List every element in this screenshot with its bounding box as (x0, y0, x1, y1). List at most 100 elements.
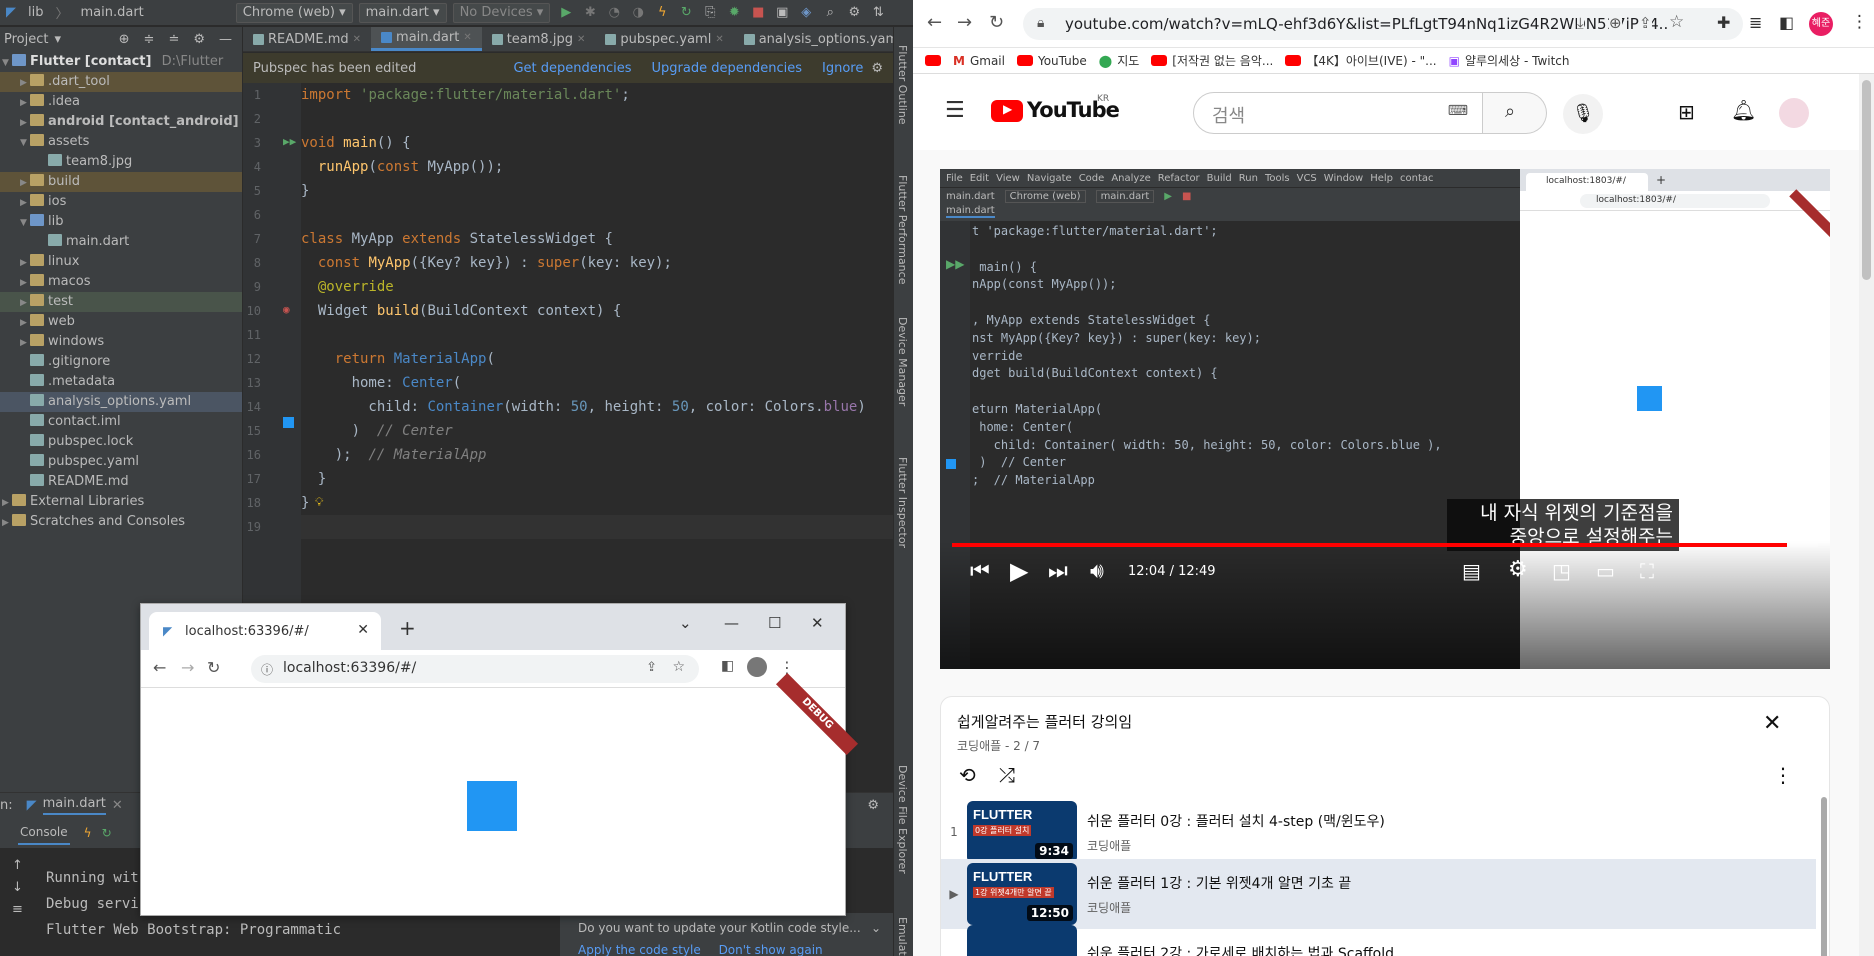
info-icon[interactable]: ⓘ (261, 661, 273, 678)
line-number[interactable]: 13 (243, 371, 301, 395)
project-view-select[interactable]: Project (4, 32, 48, 47)
playlist-item[interactable]: 1 FLUTTER 0강 플러터 설치 9:34 쉬운 플러터 0강 : 플러터 설치 … (941, 797, 1816, 867)
tool-window-device-file-explorer[interactable]: Device File Explorer (896, 765, 909, 874)
chevron-right-icon[interactable]: ▶ (20, 73, 30, 93)
playlist-title[interactable]: 쉽게알려주는 플러터 강의임 (957, 711, 1132, 732)
close-icon[interactable]: ✕ (353, 27, 361, 52)
code-line[interactable]: ); // MaterialApp (301, 443, 893, 467)
line-number[interactable]: 9 (243, 275, 301, 299)
lightbulb-icon[interactable]: 💡︎ (315, 495, 323, 510)
run-gutter-icon[interactable]: ▶▶ (283, 135, 296, 148)
side-panel-icon[interactable]: ◧ (721, 658, 734, 674)
chevron-right-icon[interactable]: ▶ (20, 253, 30, 273)
hot-reload-icon[interactable]: ϟ (654, 5, 670, 21)
maximize-icon[interactable]: ☐ (768, 614, 781, 632)
code-line[interactable]: home: Center( (301, 371, 893, 395)
bookmark-music[interactable]: [저작권 없는 음악... (1151, 52, 1273, 69)
soft-wrap-icon[interactable]: ≡ (12, 899, 23, 921)
video-player[interactable]: File Edit View Navigate Code Analyze Refactor B… (940, 169, 1830, 669)
tree-item[interactable]: team8.jpg (0, 152, 242, 172)
chevron-right-icon[interactable]: ▶ (20, 273, 30, 293)
minimize-icon[interactable]: — (724, 614, 739, 632)
back-icon[interactable]: ← (153, 658, 166, 677)
share-icon[interactable]: ⇪ (646, 660, 657, 675)
line-number[interactable]: 8 (243, 251, 301, 275)
install-icon[interactable]: ⤓ (1577, 14, 1584, 32)
arrow-down-icon[interactable]: ↓ (12, 877, 23, 899)
code-line[interactable]: const MyApp({Key? key}) : super(key: key… (301, 251, 893, 275)
close-icon[interactable]: ✕ (1763, 711, 1781, 736)
line-number[interactable]: 6 (243, 203, 301, 227)
tree-item[interactable]: ▶ build (0, 172, 242, 192)
line-number[interactable]: 11 (243, 323, 301, 347)
breadcrumb-file[interactable]: main.dart (75, 5, 150, 20)
line-number[interactable]: 7 (243, 227, 301, 251)
playlist-item-title[interactable]: 쉬운 플러터 2강 : 가로세로 배치하는 법과 Scaffold (1087, 943, 1394, 956)
chevron-right-icon[interactable]: ▶ (2, 493, 12, 513)
tree-root[interactable]: ▼ Flutter [contact] D:\Flutter (0, 52, 242, 72)
run-config-select[interactable]: main.dart ▾ (358, 2, 447, 23)
code-line[interactable]: @override (301, 275, 893, 299)
code-line[interactable]: return MaterialApp( (301, 347, 893, 371)
video-progress-bar[interactable] (952, 543, 1818, 547)
bookmark-maps[interactable]: ⬤ 지도 (1099, 52, 1140, 69)
coverage-icon[interactable]: ◑ (630, 5, 646, 21)
code-line[interactable]: Widget build(BuildContext context) { (301, 299, 893, 323)
hot-restart-icon[interactable]: ↻ (102, 826, 112, 840)
browser-tab[interactable]: ◤ localhost:63396/#/ ✕ (149, 612, 381, 650)
loop-icon[interactable]: ⟲ (959, 763, 976, 787)
video-thumbnail[interactable]: FLUTTER 1강 위젯4개만 알면 끝 12:50 (967, 863, 1077, 925)
forward-icon[interactable]: → (957, 12, 972, 33)
tool-window-flutter-performance[interactable]: Flutter Performance (896, 175, 909, 284)
tree-item[interactable]: ▼ assets (0, 132, 242, 152)
run-tab-main[interactable]: main.dart (42, 796, 106, 815)
url-field[interactable]: 🔒︎ youtube.com/watch?v=mLQ-ehf3d6Y&list=… (1023, 8, 1743, 40)
device-target-select[interactable]: Chrome (web) ▾ (235, 2, 353, 23)
line-number[interactable]: 16 (243, 443, 301, 467)
attach-icon[interactable]: ⎘ (702, 5, 718, 21)
tree-item[interactable]: ▶ windows (0, 332, 242, 352)
hot-reload-icon[interactable]: ϟ (84, 826, 92, 840)
bookmark-youtube-icon[interactable] (925, 55, 941, 66)
chevron-right-icon[interactable]: ▶ (20, 333, 30, 353)
media-icon[interactable]: ≣ (1749, 13, 1762, 32)
editor-tab[interactable]: pubspec.yaml ✕ (595, 27, 733, 51)
code-line[interactable] (301, 323, 893, 347)
chevron-down-icon[interactable]: ⌄ (871, 921, 881, 935)
apply-code-style-link[interactable]: Apply the code style (578, 943, 701, 956)
run-icon[interactable]: ▶ (558, 5, 574, 21)
code-line[interactable]: void main() { (301, 131, 893, 155)
get-dependencies-link[interactable]: Get dependencies (513, 61, 631, 76)
tree-item[interactable]: ▶ ios (0, 192, 242, 212)
dont-show-again-link[interactable]: Don't show again (719, 943, 823, 956)
breadcrumb-lib[interactable]: lib (22, 5, 49, 20)
code-line[interactable]: ) // Center (301, 419, 893, 443)
tree-item[interactable]: ▶ web (0, 312, 242, 332)
zoom-icon[interactable]: ⊕ (1609, 14, 1622, 32)
profile-avatar[interactable]: 혜준 (1809, 12, 1833, 36)
arrow-up-icon[interactable]: ↑ (12, 855, 23, 877)
line-number[interactable]: 10 (243, 299, 301, 323)
chevron-right-icon[interactable]: ▶ (20, 173, 30, 193)
line-number[interactable]: 14 (243, 395, 301, 419)
star-icon[interactable]: ☆ (672, 659, 685, 675)
tree-item[interactable]: contact.iml (0, 412, 242, 432)
playlist-item-title[interactable]: 쉬운 플러터 0강 : 플러터 설치 4-step (맥/윈도우) (1087, 811, 1385, 831)
theater-icon[interactable]: ▭ (1596, 559, 1615, 583)
code-line[interactable]: runApp(const MyApp()); (301, 155, 893, 179)
bookmark-youtube[interactable]: YouTube (1016, 54, 1087, 68)
upgrade-dependencies-link[interactable]: Upgrade dependencies (652, 61, 802, 76)
chevron-right-icon[interactable]: ▶ (2, 513, 12, 533)
chevron-right-icon[interactable]: ▶ (20, 193, 30, 213)
chevron-down-icon[interactable]: ▾ (54, 32, 61, 47)
collapse-all-icon[interactable]: ≑ (144, 32, 155, 47)
gear-icon[interactable]: ⚙ (193, 32, 205, 47)
debug-attach-icon[interactable]: ✹ (726, 5, 742, 21)
tree-item[interactable]: ▶ linux (0, 252, 242, 272)
bookmark-ive[interactable]: 【4K】아이브(IVE) - "... (1285, 52, 1437, 69)
play-icon[interactable]: ▶ (1010, 557, 1028, 585)
profile-icon[interactable]: ◔ (606, 5, 622, 21)
editor-tab[interactable]: main.dart ✕ (371, 27, 482, 51)
code-line[interactable] (301, 107, 893, 131)
line-number[interactable]: 4 (243, 155, 301, 179)
